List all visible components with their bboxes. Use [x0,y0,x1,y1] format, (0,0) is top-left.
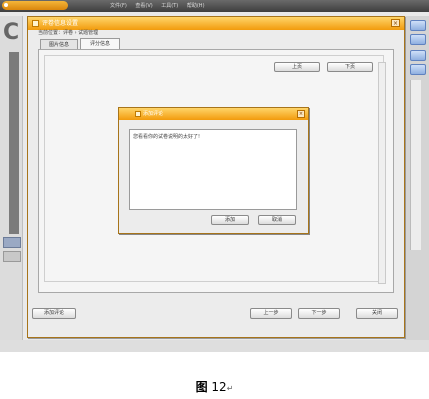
next-page-button[interactable]: 下页 [327,62,373,72]
menu-file[interactable]: 文件(F) [110,3,127,9]
app-left-tab[interactable] [3,237,21,248]
previous-step-button[interactable]: 上一步 [250,308,292,319]
caption-number: 12 [211,380,227,394]
app-logo [2,1,68,10]
return-icon: ↵ [226,384,234,393]
app-left-scrollbar[interactable] [9,52,19,234]
tab-score-info[interactable]: 评分信息 [80,38,120,49]
app-right-button[interactable] [410,20,426,31]
breadcrumb: 当前位置：评卷 › 试题管理 [38,30,99,36]
add-review-modal: 添加评论 × 您看看你的试卷说明的太好了! 添加 取消 [118,107,309,234]
tab-image-info[interactable]: 图片信息 [40,39,78,49]
menu-help[interactable]: 帮助(H) [187,3,205,9]
modal-titlebar[interactable]: 添加评论 × [119,108,308,120]
add-button[interactable]: 添加 [211,215,249,225]
vertical-scrollbar[interactable] [378,62,386,284]
close-icon[interactable]: × [391,19,400,27]
prev-page-button[interactable]: 上页 [274,62,320,72]
window-icon [135,111,141,117]
close-button[interactable]: 关闭 [356,308,398,319]
app-menubar: 文件(F) 查看(V) 工具(T) 帮助(H) [110,1,212,11]
app-right-scrollbar[interactable] [410,80,421,250]
figure-caption: 图 12↵ [0,378,429,395]
app-right-button[interactable] [410,64,426,75]
add-review-button[interactable]: 添加评论 [32,308,76,319]
review-textarea[interactable]: 您看看你的试卷说明的太好了! [129,129,297,210]
app-left-tab[interactable] [3,251,21,262]
app-right-button[interactable] [410,34,426,45]
next-step-button[interactable]: 下一步 [298,308,340,319]
menu-tools[interactable]: 工具(T) [161,3,178,9]
app-left-letter: C [3,20,20,45]
modal-title: 添加评论 [143,111,164,117]
app-status-bar [0,340,429,352]
window-icon [32,20,39,27]
caption-label: 图 [195,380,208,394]
close-icon[interactable]: × [297,110,305,118]
cancel-button[interactable]: 取消 [258,215,296,225]
app-right-button[interactable] [410,50,426,61]
menu-view[interactable]: 查看(V) [135,3,152,9]
